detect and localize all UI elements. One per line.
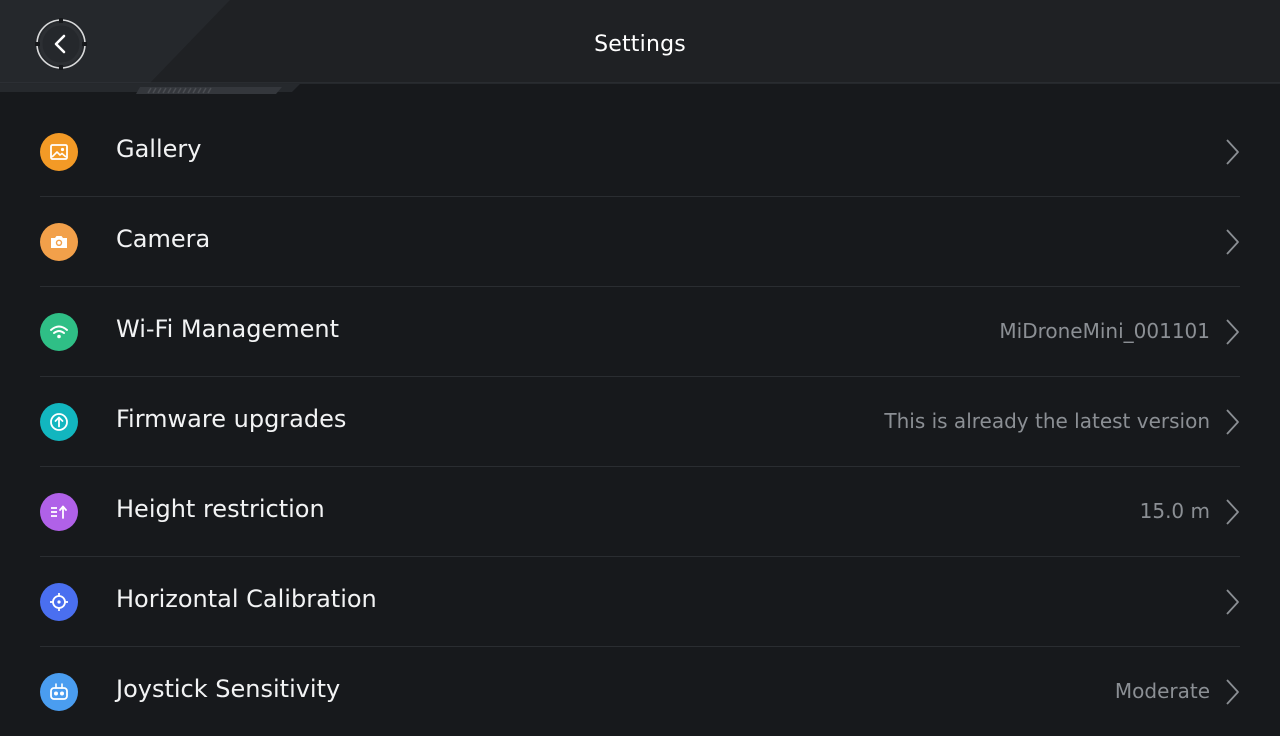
settings-item-label: Horizontal Calibration: [116, 585, 377, 613]
chevron-right-icon: [1226, 589, 1239, 615]
chevron-right-icon: [1226, 139, 1239, 165]
settings-item-label: Gallery: [116, 135, 202, 163]
gallery-icon: [40, 133, 78, 171]
settings-item-label: Camera: [116, 225, 211, 253]
settings-item-value: This is already the latest version: [884, 409, 1210, 433]
chevron-right-icon: [1226, 409, 1239, 435]
settings-item-gallery[interactable]: Gallery: [40, 107, 1240, 197]
settings-item-label: Joystick Sensitivity: [116, 675, 341, 703]
settings-list: Gallery Camera Wi-Fi Management MiDroneM…: [40, 107, 1240, 736]
settings-item-value: Moderate: [1114, 679, 1210, 703]
chevron-right-icon: [1226, 679, 1239, 705]
settings-item-height-restriction[interactable]: Height restriction 15.0 m: [40, 467, 1240, 557]
crosshair-icon: [40, 583, 78, 621]
header: Settings: [0, 0, 1280, 96]
chevron-right-icon: [1226, 319, 1239, 345]
wifi-icon: [40, 313, 78, 351]
height-icon: [40, 493, 78, 531]
upload-icon: [40, 403, 78, 441]
camera-icon: [40, 223, 78, 261]
settings-item-camera[interactable]: Camera: [40, 197, 1240, 287]
chevron-right-icon: [1226, 229, 1239, 255]
settings-item-joystick-sensitivity[interactable]: Joystick Sensitivity Moderate: [40, 647, 1240, 736]
settings-item-label: Firmware upgrades: [116, 405, 347, 433]
settings-item-wifi-management[interactable]: Wi-Fi Management MiDroneMini_001101: [40, 287, 1240, 377]
chevron-right-icon: [1226, 499, 1239, 525]
joystick-icon: [40, 673, 78, 711]
settings-item-label: Height restriction: [116, 495, 325, 523]
settings-item-firmware-upgrades[interactable]: Firmware upgrades This is already the la…: [40, 377, 1240, 467]
page-title: Settings: [594, 32, 686, 57]
settings-item-value: 15.0 m: [1139, 499, 1210, 523]
settings-item-value: MiDroneMini_001101: [999, 319, 1210, 343]
settings-item-horizontal-calibration[interactable]: Horizontal Calibration: [40, 557, 1240, 647]
settings-item-label: Wi-Fi Management: [116, 315, 339, 343]
